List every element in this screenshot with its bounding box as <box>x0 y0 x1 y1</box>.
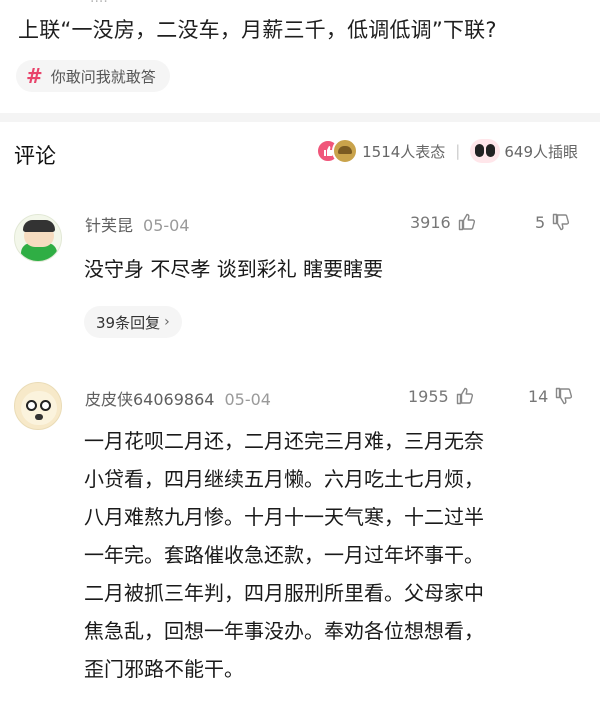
dislike-button[interactable]: 14 <box>528 386 574 406</box>
comment-text: 一月花呗二月还，二月还完三月难，三月无奈 小贷看，四月继续五月懒。六月吃土七月烦… <box>84 422 484 688</box>
username[interactable]: 皮皮侠64069864 <box>85 390 214 409</box>
reactions-count: 1514人表态 <box>362 142 446 161</box>
avatar[interactable] <box>14 214 62 262</box>
avatar[interactable] <box>14 382 62 430</box>
like-button[interactable]: 3916 <box>410 212 477 232</box>
comment-text: 没守身 不尽孝 谈到彩礼 瞎要瞎要 <box>84 250 383 288</box>
comment-author[interactable]: 皮皮侠64069864 05-04 <box>85 386 271 410</box>
comment-text-line: 焦急乱，回想一年事没办。奉劝各位想想看， <box>84 619 484 643</box>
reaction-emojis <box>316 138 359 164</box>
thumb-down-icon <box>552 213 570 231</box>
view-replies-button[interactable]: 39条回复 › <box>84 306 182 338</box>
previous-content-fragment: ···· <box>90 0 108 4</box>
topic-tag-label: 你敢问我就敢答 <box>50 67 156 86</box>
chevron-right-icon: › <box>164 314 170 330</box>
like-count: 1955 <box>408 386 449 406</box>
hat-emoji-icon <box>332 138 359 164</box>
eyes-count: 649人插眼 <box>504 142 578 161</box>
replies-count: 39条回复 <box>96 313 161 332</box>
comment-date: 05-04 <box>224 390 271 409</box>
like-count: 3916 <box>410 212 451 232</box>
thumb-up-icon <box>456 387 473 405</box>
comment-text-line: 八月难熬九月惨。十月十一天气寒，十二过半 <box>84 505 484 529</box>
comments-title: 评论 <box>14 144 56 168</box>
comment-text-line: 歪门邪路不能干。 <box>84 657 244 681</box>
like-button[interactable]: 1955 <box>408 386 475 406</box>
reaction-summary[interactable]: 1514人表态 | 649人插眼 <box>316 138 578 164</box>
comments-header: 评论 1514人表态 | 649人插眼 <box>0 122 600 184</box>
thumb-down-icon <box>556 387 573 405</box>
eyes-emoji-icon <box>470 139 501 163</box>
thumb-up-icon <box>458 213 475 231</box>
comment-text-line: 二月被抓三年判，四月服刑所里看。父母家中 <box>84 581 484 605</box>
dislike-button[interactable]: 5 <box>535 212 571 232</box>
section-divider <box>0 113 600 122</box>
username[interactable]: 针芙昆 <box>85 216 133 235</box>
hash-icon: # <box>26 64 43 88</box>
separator: | <box>455 142 461 160</box>
comment-text-line: 没守身 不尽孝 谈到彩礼 瞎要瞎要 <box>84 257 384 281</box>
topic-tag[interactable]: # 你敢问我就敢答 <box>16 60 170 92</box>
comment-text-line: 一年完。套路催收急还款，一月过年坏事干。 <box>84 543 484 567</box>
dislike-count: 14 <box>528 386 549 406</box>
dislike-count: 5 <box>535 212 546 232</box>
post-body: 上联“一没房，二没车，月薪三千，低调低调”下联? <box>18 18 497 42</box>
comment-author[interactable]: 针芙昆 05-04 <box>85 212 190 236</box>
comment-text-line: 小贷看，四月继续五月懒。六月吃土七月烦， <box>84 467 484 491</box>
comment-date: 05-04 <box>143 216 190 235</box>
comment-text-line: 一月花呗二月还，二月还完三月难，三月无奈 <box>84 429 484 453</box>
